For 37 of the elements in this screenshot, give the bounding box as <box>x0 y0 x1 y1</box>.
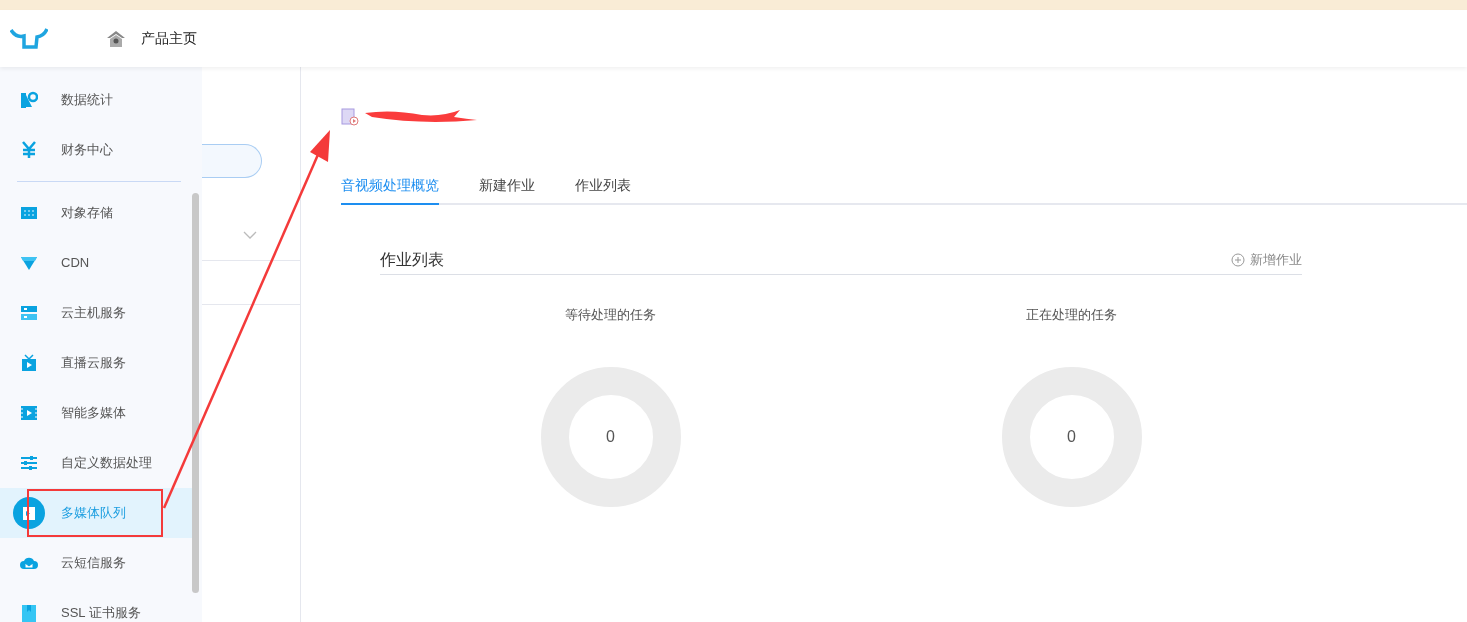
pill-button[interactable] <box>202 144 262 178</box>
funnel-icon <box>20 254 38 272</box>
sliders-icon <box>20 454 38 472</box>
yen-icon <box>20 141 38 159</box>
add-job-button[interactable]: 新增作业 <box>1231 249 1302 270</box>
server-icon <box>20 304 38 322</box>
donut-chart: 0 <box>1001 366 1142 507</box>
scrollbar[interactable] <box>192 193 199 593</box>
media-file-icon <box>341 108 359 126</box>
tv-icon <box>20 354 38 372</box>
queue-icon <box>13 497 45 529</box>
tab[interactable]: 音视频处理概览 <box>341 167 439 205</box>
sidebar-item[interactable]: CDN <box>0 238 195 288</box>
tab[interactable]: 新建作业 <box>479 167 535 205</box>
chart-icon <box>20 91 38 109</box>
sidebar-item[interactable]: 智能多媒体 <box>0 388 195 438</box>
home-link[interactable]: 产品主页 <box>141 28 197 49</box>
section-title: 作业列表 <box>380 249 444 270</box>
sidebar-item[interactable]: SSL 证书服务 <box>0 588 195 622</box>
sidebar-item[interactable]: 财务中心 <box>0 125 195 175</box>
plus-circle-icon <box>1231 252 1245 267</box>
sidebar-item[interactable]: 云短信服务 <box>0 538 195 588</box>
stat-label: 正在处理的任务 <box>1026 306 1117 324</box>
video-icon <box>20 404 38 422</box>
bookmark-icon <box>20 604 38 622</box>
home-icon <box>106 29 126 48</box>
sidebar-item[interactable]: 对象存储 <box>0 188 195 238</box>
grid-icon <box>20 204 38 222</box>
tab[interactable]: 作业列表 <box>575 167 631 205</box>
sidebar-item[interactable]: 直播云服务 <box>0 338 195 388</box>
logo-icon <box>10 27 48 50</box>
sidebar-item[interactable]: 自定义数据处理 <box>0 438 195 488</box>
stat-label: 等待处理的任务 <box>565 306 656 324</box>
sidebar-item[interactable]: 云主机服务 <box>0 288 195 338</box>
chevron-down-icon <box>243 231 257 239</box>
donut-chart: 0 <box>540 366 681 507</box>
sidebar-item[interactable]: 数据统计 <box>0 75 195 125</box>
